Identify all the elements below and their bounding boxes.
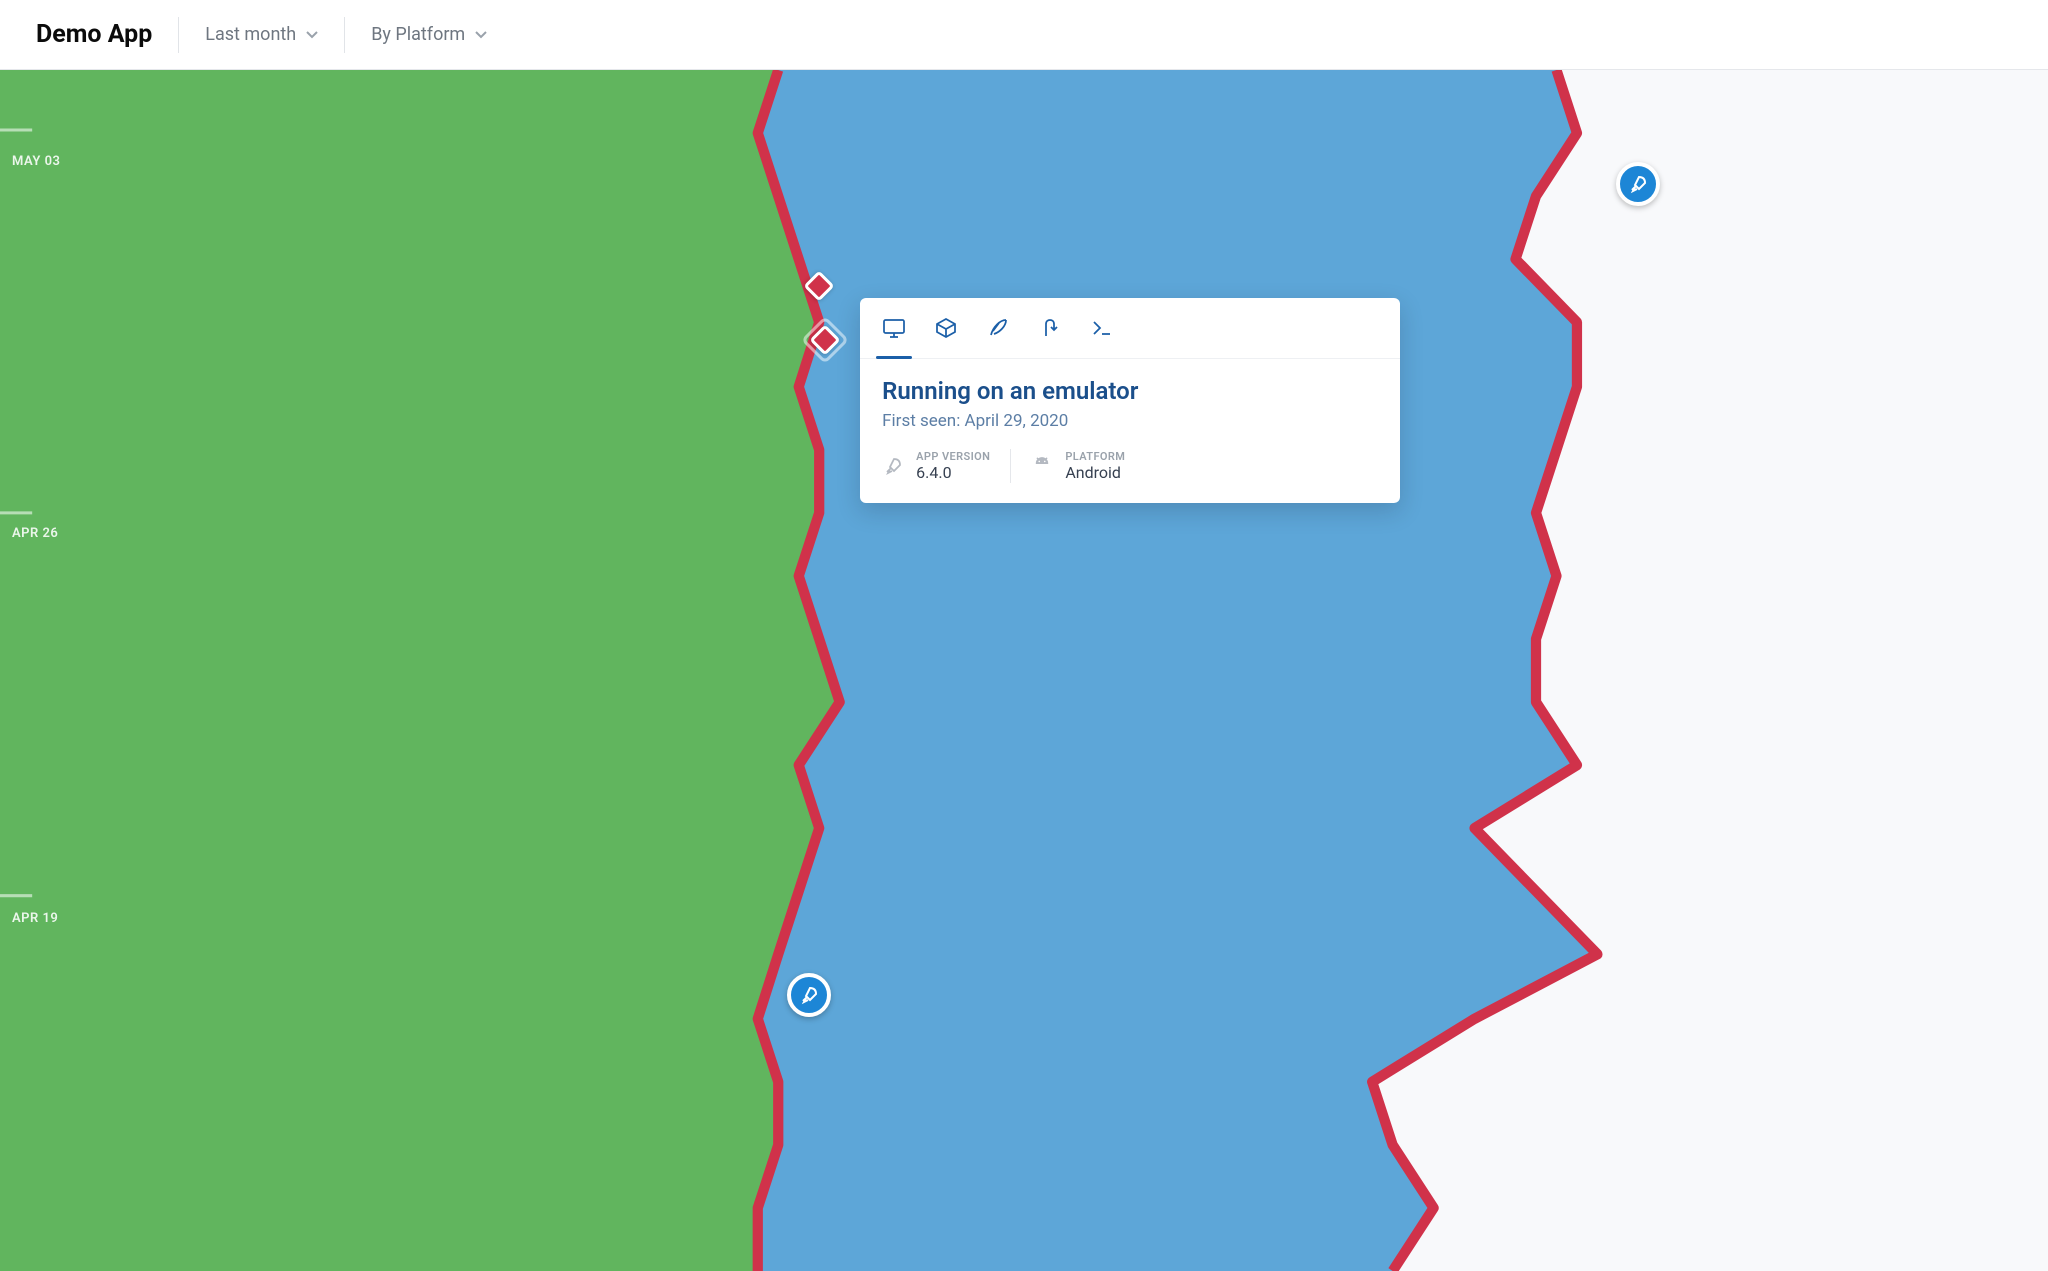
- group-by-dropdown[interactable]: By Platform: [371, 24, 487, 45]
- event-popover: Running on an emulator First seen: April…: [860, 298, 1400, 503]
- divider: [344, 17, 345, 53]
- time-range-label: Last month: [205, 24, 296, 45]
- android-icon: [1031, 455, 1053, 477]
- tab-package[interactable]: [934, 316, 958, 358]
- chart-area[interactable]: MAY 03 APR 26 APR 19: [0, 70, 2048, 1271]
- axis-date-label: APR 26: [12, 526, 58, 541]
- rocket-icon: [1627, 173, 1649, 195]
- rocket-icon: [882, 455, 904, 477]
- axis-date-label: MAY 03: [12, 154, 60, 169]
- popover-body: Running on an emulator First seen: April…: [860, 359, 1400, 503]
- rocket-icon: [798, 984, 820, 1006]
- tab-device[interactable]: [882, 316, 906, 358]
- stacked-area-chart: [0, 70, 2048, 1271]
- axis-date-label: APR 19: [12, 911, 58, 926]
- app-title: Demo App: [36, 20, 152, 49]
- uturn-icon: [1038, 316, 1062, 340]
- group-by-label: By Platform: [371, 24, 465, 45]
- chevron-down-icon: [475, 29, 487, 41]
- meta-platform: PLATFORM Android: [1031, 450, 1125, 482]
- feather-icon: [986, 316, 1010, 340]
- tab-feather[interactable]: [986, 316, 1010, 358]
- tab-rollback[interactable]: [1038, 316, 1062, 358]
- popover-tabs: [860, 298, 1400, 359]
- app-version-value: 6.4.0: [916, 463, 990, 482]
- time-range-dropdown[interactable]: Last month: [205, 24, 318, 45]
- app-version-label: APP VERSION: [916, 450, 990, 463]
- package-icon: [934, 316, 958, 340]
- error-marker-selected[interactable]: [810, 325, 841, 356]
- release-marker[interactable]: [787, 973, 831, 1017]
- terminal-icon: [1090, 316, 1114, 340]
- divider: [1010, 449, 1011, 483]
- chevron-down-icon: [306, 29, 318, 41]
- divider: [178, 17, 179, 53]
- platform-label: PLATFORM: [1065, 450, 1125, 463]
- meta-app-version: APP VERSION 6.4.0: [882, 450, 990, 482]
- tab-terminal[interactable]: [1090, 316, 1114, 358]
- platform-value: Android: [1065, 463, 1125, 482]
- release-marker[interactable]: [1616, 162, 1660, 206]
- popover-subtitle: First seen: April 29, 2020: [882, 411, 1378, 431]
- popover-title: Running on an emulator: [882, 377, 1378, 405]
- series-green: [0, 70, 840, 1271]
- header-bar: Demo App Last month By Platform: [0, 0, 2048, 70]
- monitor-icon: [882, 316, 906, 340]
